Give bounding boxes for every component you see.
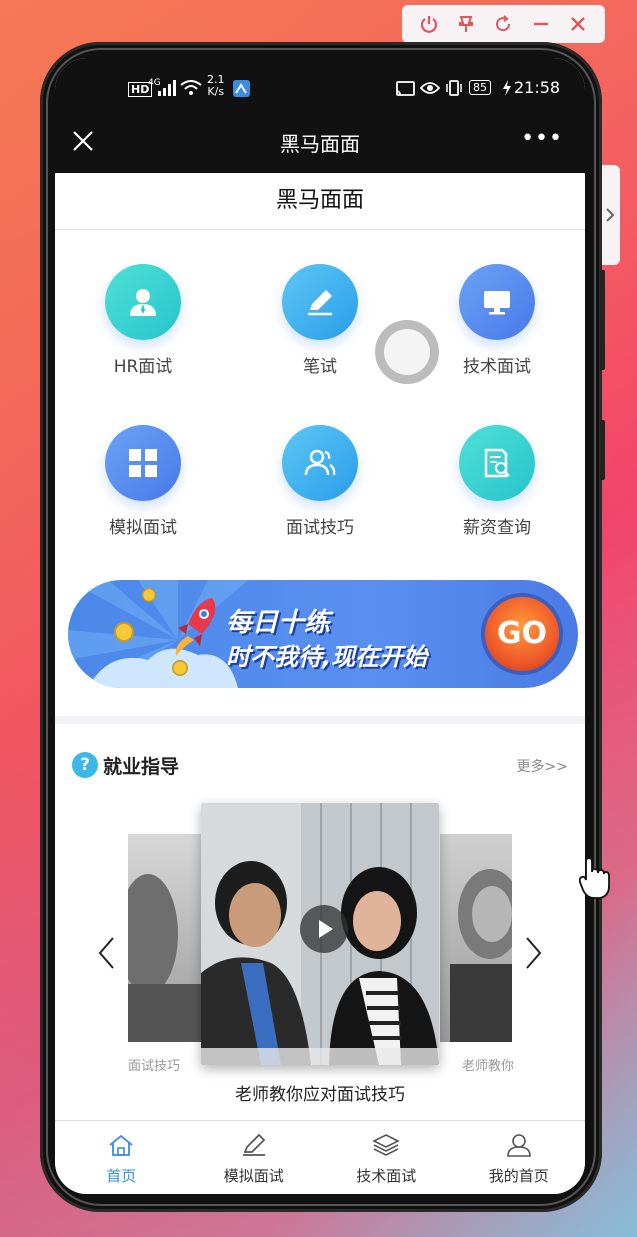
grid-label: HR面试 [113,357,173,377]
grid-item-mock-interview[interactable]: 模拟面试 [68,425,218,538]
grid-item-hr-interview[interactable]: HR面试 [68,264,218,377]
carousel-card-left[interactable] [128,834,208,1042]
cast-icon [395,81,415,96]
go-button[interactable]: GO [481,593,563,675]
coin-icon [142,588,156,602]
status-bar: HD 4G 2.1 K/s 85 21:58 [55,58,585,113]
wifi-icon [180,80,202,95]
coin-icon [172,660,188,676]
tab-label: 首页 [106,1167,137,1185]
close-window-icon[interactable] [566,12,590,36]
chevron-right-icon [606,208,615,222]
daily-practice-banner[interactable]: 每日十练 时不我待,现在开始 GO [68,580,578,688]
grid-label: 笔试 [303,357,337,377]
grid-label: 面试技巧 [286,518,354,538]
bottom-tab-bar: 首页 模拟面试 技术面试 我的首页 [55,1120,585,1194]
grid-label: 薪资查询 [463,518,531,538]
grid-item-salary-query[interactable]: 薪资查询 [422,425,572,538]
user-icon [506,1134,531,1157]
rocket-icon [175,598,216,656]
home-icon [109,1134,133,1156]
floating-assistive-ball[interactable] [375,320,439,384]
tab-label: 我的首页 [488,1167,549,1185]
power-icon[interactable] [417,12,441,36]
grid-item-written-test[interactable]: 笔试 [245,264,395,377]
titlebar-title: 黑马面面 [280,132,360,156]
carousel-card-right[interactable] [440,834,512,1042]
app-titlebar: 黑马面面 ••• [55,113,585,173]
hand-cursor-icon [578,857,610,899]
phone-screen: HD 4G 2.1 K/s 85 21:58 黑马面面 ••• 黑马面面 HR面… [55,58,585,1194]
more-menu-button[interactable]: ••• [521,126,563,151]
charging-icon [503,80,511,96]
grid-label: 技术面试 [463,357,531,377]
carousel-caption-right: 老师教你 [462,1059,515,1074]
tab-tech-interview[interactable]: 技术面试 [320,1121,453,1194]
more-link[interactable]: 更多>> [517,756,568,776]
page-title: 黑马面面 [55,173,585,230]
users-icon [282,425,358,501]
section-title: 就业指导 [103,756,180,778]
power-button [600,420,605,480]
play-icon [319,920,333,938]
card-image [128,874,208,1042]
tab-home[interactable]: 首页 [55,1121,188,1194]
app-notification-icon [233,80,250,97]
document-search-icon [459,425,535,501]
signal-icon [158,80,176,96]
clock: 21:58 [514,78,561,97]
section-divider [55,716,585,724]
play-button[interactable] [300,905,348,953]
coin-icon [114,622,134,642]
card-image [450,869,512,1042]
emulator-toolbar [402,5,605,43]
pin-icon[interactable] [454,12,478,36]
grid-label: 模拟面试 [109,518,177,538]
net-speed: 2.1 K/s [207,74,225,98]
carousel-main-caption: 老师教你应对面试技巧 [235,1085,405,1105]
carousel-card-main[interactable] [201,803,439,1065]
monitor-icon [459,264,535,340]
banner-subline: 时不我待,现在开始 [226,643,428,671]
carousel-caption-left: 面试技巧 [128,1059,181,1074]
grid-item-interview-tips[interactable]: 面试技巧 [245,425,395,538]
tab-label: 技术面试 [356,1167,417,1185]
tab-mock-interview[interactable]: 模拟面试 [188,1121,321,1194]
volume-button [600,270,605,370]
person-icon [105,264,181,340]
tab-label: 模拟面试 [223,1167,284,1185]
grid-icon [105,425,181,501]
rotate-icon[interactable] [491,12,515,36]
carousel-next-button[interactable] [523,936,543,970]
carousel-prev-button[interactable] [97,936,117,970]
minimize-icon[interactable] [529,12,553,36]
battery-indicator: 85 [469,80,491,95]
layers-icon [372,1134,401,1156]
vibrate-icon [446,80,462,96]
question-icon: ? [72,752,98,778]
net-speed-unit: K/s [207,85,225,98]
side-panel-toggle[interactable] [600,165,620,265]
grid-item-tech-interview[interactable]: 技术面试 [422,264,572,377]
eye-icon [420,82,440,94]
edit-icon [242,1133,265,1156]
tab-my-home[interactable]: 我的首页 [453,1121,586,1194]
pencil-icon [282,264,358,340]
banner-headline: 每日十练 [226,608,331,638]
